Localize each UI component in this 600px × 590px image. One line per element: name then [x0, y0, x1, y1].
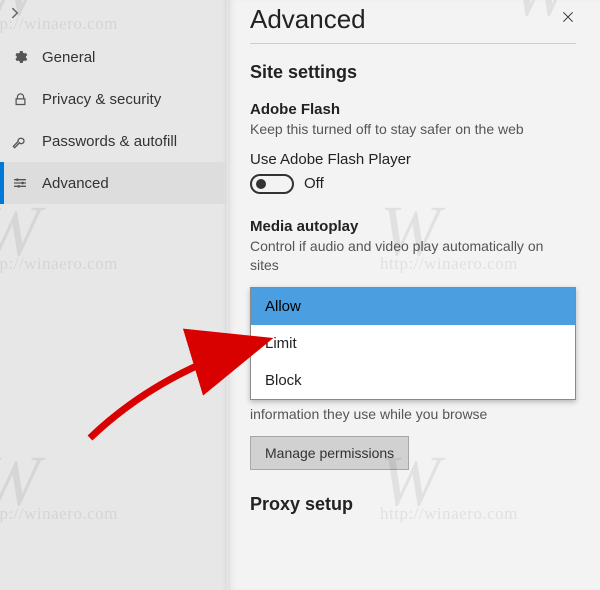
sidebar-item-privacy[interactable]: Privacy & security — [0, 78, 227, 120]
sidebar-item-general[interactable]: General — [0, 36, 227, 78]
sidebar-item-passwords[interactable]: Passwords & autofill — [0, 120, 227, 162]
flash-toggle[interactable]: Off — [250, 174, 576, 194]
back-chevron[interactable] — [0, 0, 227, 36]
toggle-pill[interactable] — [250, 174, 294, 194]
media-title: Media autoplay — [250, 218, 576, 235]
flash-desc: Keep this turned off to stay safer on th… — [250, 120, 576, 139]
site-settings-title: Site settings — [250, 62, 576, 83]
sidebar-item-label: Privacy & security — [42, 91, 161, 108]
flash-title: Adobe Flash — [250, 101, 576, 118]
close-button[interactable] — [548, 4, 576, 35]
panel-header: Advanced — [250, 0, 576, 44]
dropdown-option-limit[interactable]: Limit — [251, 325, 575, 362]
close-icon — [560, 9, 576, 25]
partial-text-fragment: information they use while you browse — [250, 406, 576, 422]
settings-sidebar: General Privacy & security Passwords & a… — [0, 0, 228, 590]
sidebar-item-label: Passwords & autofill — [42, 133, 177, 150]
media-autoplay-dropdown[interactable]: Allow Limit Block — [250, 287, 576, 400]
dropdown-option-block[interactable]: Block — [251, 362, 575, 399]
sliders-icon — [8, 175, 32, 191]
media-autoplay-group: Media autoplay Control if audio and vide… — [250, 218, 576, 400]
gear-icon — [8, 49, 32, 65]
panel-title: Advanced — [250, 4, 366, 35]
settings-content: Advanced Site settings Adobe Flash Keep … — [228, 0, 600, 590]
dropdown-option-allow[interactable]: Allow — [251, 288, 575, 325]
chevron-right-icon — [6, 4, 24, 22]
sidebar-item-advanced[interactable]: Advanced — [0, 162, 227, 204]
toggle-knob — [256, 179, 266, 189]
sidebar-item-label: Advanced — [42, 175, 109, 192]
media-desc: Control if audio and video play automati… — [250, 237, 576, 275]
lock-icon — [8, 92, 32, 107]
sidebar-item-label: General — [42, 49, 95, 66]
proxy-section-title: Proxy setup — [250, 494, 576, 515]
toggle-state-text: Off — [304, 175, 324, 192]
app-root: General Privacy & security Passwords & a… — [0, 0, 600, 590]
manage-permissions-button[interactable]: Manage permissions — [250, 436, 409, 470]
flash-toggle-label: Use Adobe Flash Player — [250, 151, 576, 168]
key-icon — [8, 133, 32, 149]
adobe-flash-group: Adobe Flash Keep this turned off to stay… — [250, 101, 576, 194]
